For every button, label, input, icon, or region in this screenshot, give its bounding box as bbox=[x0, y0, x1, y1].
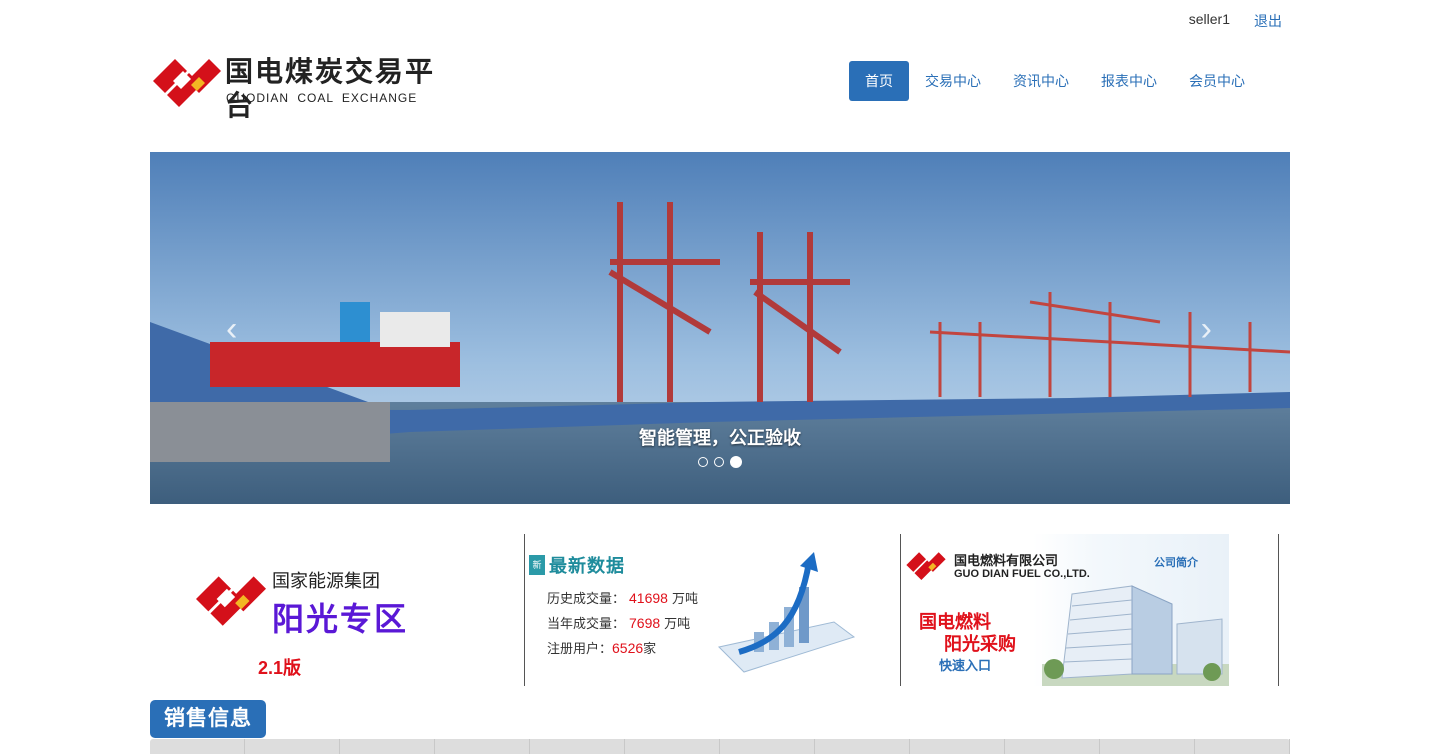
year-volume-value: 7698 bbox=[629, 615, 661, 631]
office-building-image bbox=[1042, 585, 1229, 686]
carousel-indicators bbox=[698, 456, 742, 468]
year-volume-unit: 万吨 bbox=[664, 616, 691, 631]
site-logo[interactable]: 国电煤炭交易平台 GUODIAN COAL EXCHANGE bbox=[153, 55, 463, 122]
chevron-left-icon: ‹ bbox=[226, 310, 238, 348]
growth-chart-icon bbox=[717, 552, 856, 673]
carousel-prev-button[interactable]: ‹ bbox=[226, 312, 237, 346]
carousel-next-button[interactable]: › bbox=[1201, 312, 1212, 346]
new-badge: 新 bbox=[529, 555, 545, 575]
nav-trade-center[interactable]: 交易中心 bbox=[909, 61, 997, 101]
carousel-dot-3[interactable] bbox=[730, 456, 742, 468]
table-header-cell bbox=[245, 739, 340, 754]
history-volume-value: 41698 bbox=[629, 590, 668, 606]
registered-users-label: 注册用户： bbox=[547, 641, 613, 656]
table-header-cell bbox=[910, 739, 1005, 754]
table-header-cell bbox=[815, 739, 910, 754]
company-intro-link[interactable]: 公司简介 bbox=[1154, 554, 1198, 570]
logo-title-cn: 国电煤炭交易平台 bbox=[225, 55, 436, 122]
user-bar: seller1 退出 bbox=[1189, 11, 1282, 31]
table-header-cell bbox=[530, 739, 625, 754]
year-volume-row: 当年成交量： 7698 万吨 bbox=[547, 613, 690, 632]
sunshine-zone-panel[interactable]: 国家能源集团 阳光专区 2.1版 bbox=[150, 534, 525, 686]
harbor-photo bbox=[150, 152, 1290, 504]
table-header-cell bbox=[720, 739, 815, 754]
fuel-company-panel[interactable]: 国电燃料有限公司 GUO DIAN FUEL CO.,LTD. 公司简介 国电燃… bbox=[902, 534, 1279, 686]
chevron-right-icon: › bbox=[1200, 310, 1212, 348]
nav-news-center[interactable]: 资讯中心 bbox=[997, 61, 1085, 101]
nav-report-center[interactable]: 报表中心 bbox=[1085, 61, 1173, 101]
nav-home[interactable]: 首页 bbox=[849, 61, 909, 101]
table-header-cell bbox=[1100, 739, 1195, 754]
sunshine-zone-title: 阳光专区 bbox=[272, 601, 409, 637]
table-header-cell bbox=[150, 739, 245, 754]
history-volume-label: 历史成交量： bbox=[547, 591, 626, 606]
carousel-dot-2[interactable] bbox=[714, 457, 724, 467]
latest-data-title: 最新数据 bbox=[549, 556, 625, 576]
hero-carousel: ‹ › 智能管理，公正验收 bbox=[150, 152, 1290, 504]
history-volume-row: 历史成交量： 41698 万吨 bbox=[547, 588, 698, 607]
table-header-cell bbox=[435, 739, 530, 754]
table-header-cell bbox=[340, 739, 435, 754]
quick-entry-link[interactable]: 快速入口 bbox=[939, 655, 991, 674]
sales-table-header bbox=[150, 739, 1290, 754]
registered-users-row: 注册用户：6526家 bbox=[547, 638, 656, 657]
table-header-cell bbox=[1005, 739, 1100, 754]
carousel-dot-1[interactable] bbox=[698, 457, 708, 467]
fuel-banner: 国电燃料有限公司 GUO DIAN FUEL CO.,LTD. 公司简介 国电燃… bbox=[902, 534, 1229, 686]
guodian-logo-icon bbox=[906, 552, 946, 580]
sales-info-heading: 销售信息 bbox=[150, 700, 266, 738]
logout-link[interactable]: 退出 bbox=[1254, 11, 1282, 31]
page: seller1 退出 国电煤炭交易平台 GUODIAN COAL EXCHANG… bbox=[0, 0, 1440, 754]
org-name: 国家能源集团 bbox=[272, 571, 380, 591]
main-nav: 首页 交易中心 资讯中心 报表中心 会员中心 bbox=[849, 61, 1261, 101]
year-volume-label: 当年成交量： bbox=[547, 616, 626, 631]
latest-data-panel: 新 最新数据 历史成交量： 41698 万吨 当年成交量： 7698 万吨 注册用户：6… bbox=[526, 534, 901, 686]
fuel-slogan-line2: 阳光采购 bbox=[944, 634, 1016, 654]
carousel-caption: 智能管理，公正验收 bbox=[639, 428, 801, 448]
registered-users-unit: 家 bbox=[643, 641, 657, 656]
table-header-cell bbox=[625, 739, 720, 754]
guodian-logo-icon bbox=[196, 576, 266, 626]
version-label: 2.1版 bbox=[258, 658, 302, 678]
fuel-company-name: 国电燃料有限公司 bbox=[954, 553, 1059, 568]
nav-member-center[interactable]: 会员中心 bbox=[1173, 61, 1261, 101]
username: seller1 bbox=[1188, 11, 1230, 27]
registered-users-value: 6526 bbox=[612, 640, 644, 656]
table-header-cell bbox=[1195, 739, 1290, 754]
guodian-logo-icon bbox=[153, 59, 221, 107]
logo-title-en: GUODIAN COAL EXCHANGE bbox=[226, 91, 418, 105]
history-volume-unit: 万吨 bbox=[671, 591, 698, 606]
